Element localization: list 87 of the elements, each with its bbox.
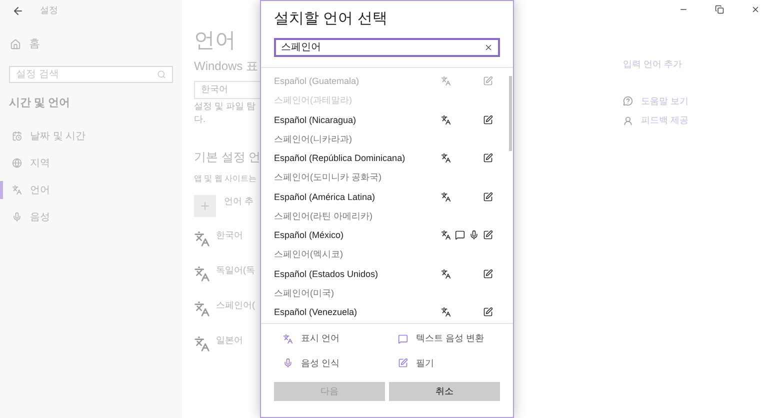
section-heading: 기본 설정 언 [194,149,260,166]
language-icon [441,307,451,317]
plus-icon [199,200,211,212]
language-result[interactable]: Español (Venezuela) [261,303,513,320]
maximize-icon [714,4,724,14]
nav-item[interactable]: 지역 [0,154,182,172]
language-item[interactable]: 독일어(독 [216,264,255,278]
language-icon [194,301,210,317]
language-icon [441,153,451,163]
help-link[interactable]: 도움말 보기 [641,94,689,108]
language-search-field[interactable]: 스페인어 [274,38,500,57]
dialog-button[interactable]: 취소 [389,382,500,401]
language-icon [441,268,451,278]
pen-square-icon [483,114,493,124]
language-native-name: 스페인어(도미니카 공화국) [274,171,382,184]
language-icon [194,266,210,282]
description-text: 다. [194,114,207,125]
language-result[interactable]: Español (Guatemala) 스페인어(과테말라) [261,72,513,110]
globe-icon [12,158,22,168]
language-item[interactable]: 일본어 [216,334,243,348]
section-heading: 시간 및 언어 [8,96,72,110]
legend-label: 필기 [416,356,434,370]
help-icon [623,96,633,106]
back-icon[interactable] [12,5,24,17]
nav-item[interactable]: 언어 [0,181,182,199]
description-text: 설정 및 파일 탐 [194,101,257,112]
window-title: 설정 [40,4,58,18]
add-language-link[interactable]: 언어 추 [224,195,254,208]
search-icon [157,70,166,78]
language-icon [441,230,451,240]
microphone-icon [12,212,22,222]
home-icon[interactable] [10,38,21,50]
language-name: Español (América Latina) [274,190,376,204]
clear-icon[interactable] [484,43,493,52]
legend-label: 음성 인식 [301,356,340,370]
language-icon [441,76,451,86]
language-item[interactable]: 스페인어( [216,299,255,312]
close-icon [750,4,760,14]
language-icon [283,334,293,344]
pen-square-icon [398,358,408,368]
nav-item[interactable]: 날짜 및 시간 [0,127,182,145]
language-native-name: 스페인어(미국) [274,286,335,300]
speech-bubble-icon [398,334,408,344]
language-result[interactable]: Español (República Dominicana) 스페인어(도미니카 공화국) [261,149,513,188]
add-language-button[interactable] [194,195,216,217]
language-icon [194,336,210,352]
language-item[interactable]: 한국어 [216,229,243,242]
pen-square-icon [483,153,493,163]
language-name: Español (Venezuela) [274,306,358,319]
section-subheading: Windows 표 [194,58,260,74]
language-native-name: 스페인어(과테말라) [274,94,353,107]
section-note: 앱 및 웹 사이트는 [194,173,258,185]
language-name: Español (Estados Unidos) [274,268,378,280]
language-name: Español (República Dominicana) [274,152,406,165]
legend-label: 텍스트 음성 변환 [416,332,484,345]
pen-square-icon [483,307,493,317]
add-input-language-link[interactable]: 입력 언어 추가 [623,58,773,72]
scrollbar[interactable] [509,76,512,151]
language-icon [12,185,22,195]
language-result[interactable]: Español (América Latina) 스페인어(라틴 아메리카) [261,188,513,226]
language-native-name: 스페인어(니카라과) [274,132,353,146]
nav-item[interactable]: 음성 [0,208,182,226]
pen-square-icon [483,230,493,240]
dialog-title: 설치할 언어 선택 [273,9,388,29]
legend-label: 표시 언어 [301,332,340,345]
microphone-icon [469,230,479,240]
language-name: Español (Guatemala) [274,75,360,88]
pen-square-icon [483,268,493,278]
microphone-icon [283,358,293,368]
language-native-name: 스페인어(라틴 아메리카) [274,210,374,222]
language-result[interactable]: Español (Estados Unidos) 스페인어(미국) [261,264,513,303]
feedback-link[interactable]: 피드백 제공 [641,114,689,128]
language-icon [194,231,210,247]
language-result[interactable]: Español (México) 스페인어(멕시코) [261,226,513,264]
person-icon [623,116,633,126]
pen-square-icon [483,76,493,86]
language-name: Español (Nicaragua) [274,114,356,126]
language-result[interactable]: Español (Nicaragua) 스페인어(니카라과) [261,110,513,149]
page-heading: 언어 [194,28,237,54]
language-icon [441,114,451,124]
calendar-clock-icon [12,131,22,141]
speech-bubble-icon [455,230,465,240]
home-link[interactable]: 홈 [29,36,40,52]
language-name: Español (México) [274,229,344,242]
language-icon [441,192,451,202]
pen-square-icon [483,192,493,202]
language-native-name: 스페인어(멕시코) [274,248,344,261]
